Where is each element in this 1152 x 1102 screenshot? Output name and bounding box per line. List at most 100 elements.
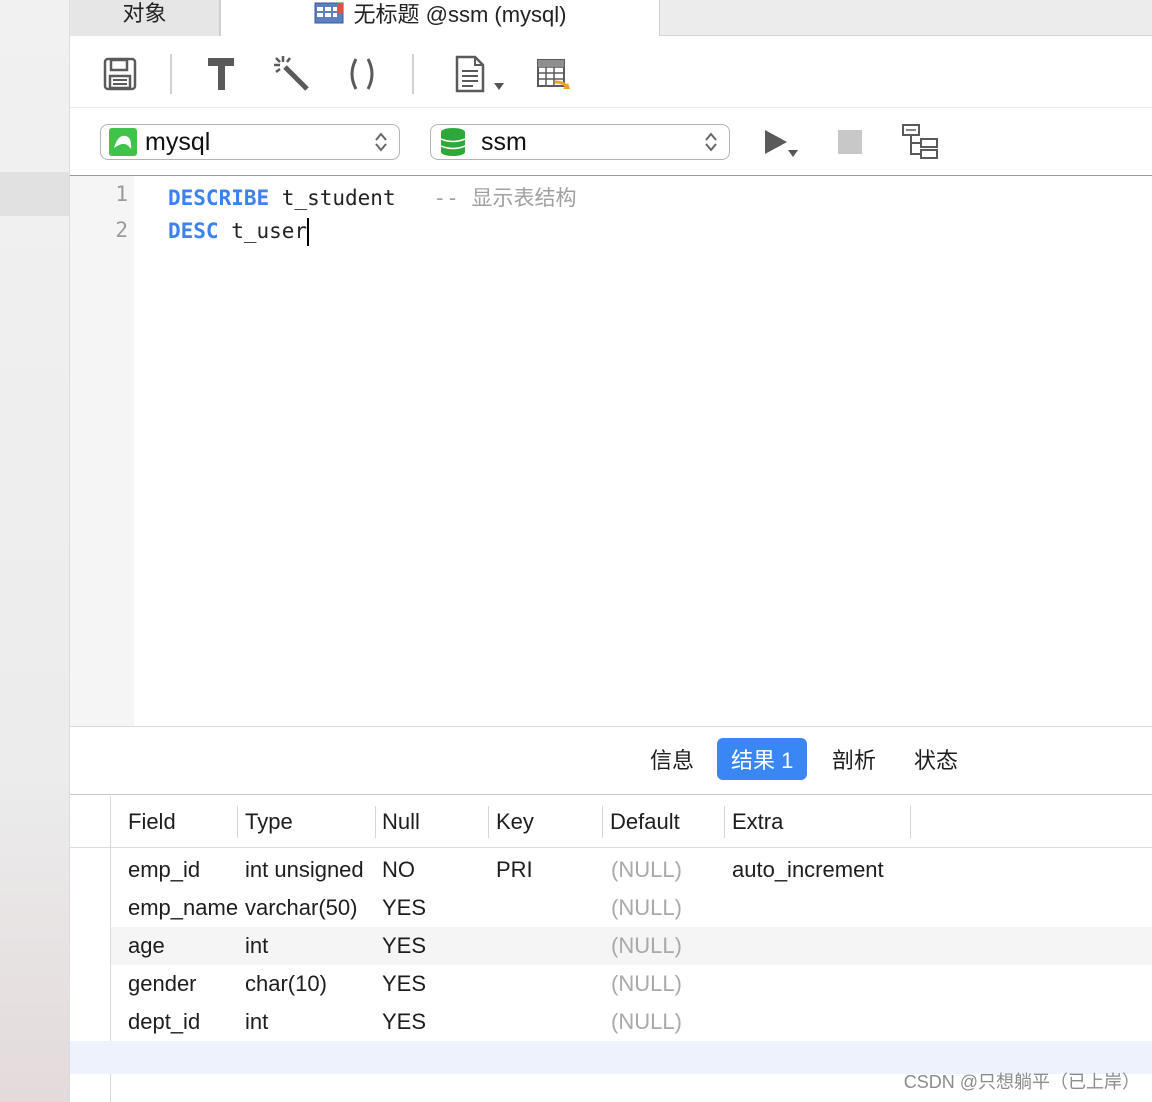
cell-default[interactable]: (NULL) [611,1003,721,1041]
cell-type[interactable]: int unsigned [245,851,375,889]
query-table-icon [314,2,343,23]
database-icon [440,128,466,156]
editor-toolbar [70,36,1152,108]
parentheses-button[interactable] [342,54,382,94]
tab-info[interactable]: 信息 [636,738,708,780]
cell-type[interactable]: int [245,927,375,965]
cell-field[interactable]: age [128,927,238,965]
snippet-button[interactable] [450,54,490,94]
cell-null[interactable]: NO [382,851,482,889]
table-row[interactable]: dept_id int YES (NULL) [111,1003,1152,1041]
stop-button[interactable] [830,122,870,162]
export-button[interactable] [535,54,575,94]
toolbar-separator [170,54,172,94]
mysql-connection-icon [109,128,137,156]
format-button[interactable] [202,54,242,94]
tab-profile-label: 剖析 [832,748,877,773]
cell-extra[interactable] [732,927,912,965]
cell-field[interactable]: emp_name [128,889,238,927]
cell-extra[interactable] [732,889,912,927]
cell-null[interactable]: YES [382,889,482,927]
watermark: CSDN @只想躺平（已上岸） [903,1072,1140,1092]
tab-objects[interactable]: 对象 [70,0,220,36]
tab-status-label: 状态 [914,748,959,773]
connection-toolbar: mysql ssm [70,108,1152,176]
tab-status[interactable]: 状态 [900,738,972,780]
sql-keyword: DESCRIBE [168,186,270,210]
cell-null[interactable]: YES [382,1003,482,1041]
cell-field[interactable]: dept_id [128,1003,238,1041]
table-row[interactable]: age int YES (NULL) [111,927,1152,965]
cell-key[interactable] [496,889,596,927]
line-number: 2 [115,218,128,242]
toolbar-separator [412,54,414,94]
tab-info-label: 信息 [650,748,695,773]
explain-button[interactable] [900,122,940,162]
result-tabs: 信息 结果 1 剖析 状态 [70,727,1152,795]
navicat-window: 对象 无标题 @ssm (mysql) mysql ssm 1 2 DESCRI… [0,0,1152,1102]
tab-query-label: 无标题 @ssm (mysql) [353,1,567,27]
tab-profile[interactable]: 剖析 [818,738,890,780]
column-header-default[interactable]: Default [603,796,680,848]
cell-key[interactable] [496,965,596,1003]
line-number-gutter: 1 2 [70,176,134,726]
cell-default[interactable]: (NULL) [611,851,721,889]
sql-keyword: DESC [168,219,219,243]
cell-key[interactable]: PRI [496,851,596,889]
snippet-dropdown-icon[interactable] [494,83,504,90]
chevron-updown-icon [375,132,387,152]
code-line[interactable]: DESCRIBE t_student -- 显示表结构 [168,182,576,212]
connection-select-label: mysql [145,127,211,156]
database-select[interactable]: ssm [430,124,730,160]
save-icon [103,57,137,91]
cell-type[interactable]: char(10) [245,965,375,1003]
column-divider[interactable] [910,806,911,838]
column-header-null[interactable]: Null [375,796,420,848]
cell-extra[interactable] [732,1003,912,1041]
sql-comment: -- 显示表结构 [433,186,577,210]
result-grid[interactable]: Field Type Null Key Default Extra emp_id… [70,796,1152,1102]
save-button[interactable] [100,54,140,94]
cell-field[interactable]: gender [128,965,238,1003]
parentheses-icon [350,58,374,90]
code-line[interactable]: DESC t_user [168,218,310,246]
cell-null[interactable]: YES [382,927,482,965]
sql-text: t_student [269,186,434,210]
beautify-button[interactable] [272,54,312,94]
table-row[interactable]: emp_name varchar(50) YES (NULL) [111,889,1152,927]
export-result-icon [537,59,570,89]
column-header-extra[interactable]: Extra [725,796,783,848]
tab-result-1[interactable]: 结果 1 [717,738,808,780]
database-select-label: ssm [481,127,527,156]
cell-key[interactable] [496,927,596,965]
sql-editor[interactable]: 1 2 DESCRIBE t_student -- 显示表结构 DESC t_u… [70,176,1152,727]
connection-select[interactable]: mysql [100,124,400,160]
cell-extra[interactable]: auto_increment [732,851,912,889]
magic-wand-icon [274,56,309,91]
cell-default[interactable]: (NULL) [611,965,721,1003]
tab-bar: 对象 无标题 @ssm (mysql) [70,0,1152,37]
cell-type[interactable]: int [245,1003,375,1041]
cell-type[interactable]: varchar(50) [245,889,375,927]
line-number: 1 [115,182,128,206]
column-header-field[interactable]: Field [121,796,176,848]
cell-extra[interactable] [732,965,912,1003]
table-row[interactable]: gender char(10) YES (NULL) [111,965,1152,1003]
run-dropdown-icon[interactable] [788,150,798,157]
sidebar-selected-item[interactable] [0,172,69,216]
format-icon [208,58,234,90]
column-header-type[interactable]: Type [238,796,293,848]
table-row[interactable]: emp_id int unsigned NO PRI (NULL) auto_i… [111,851,1152,889]
column-header-key[interactable]: Key [489,796,534,848]
tab-query[interactable]: 无标题 @ssm (mysql) [220,0,660,37]
document-icon [455,55,485,93]
tab-objects-label: 对象 [122,1,167,26]
cell-default[interactable]: (NULL) [611,927,721,965]
cell-field[interactable]: emp_id [128,851,238,889]
cell-null[interactable]: YES [382,965,482,1003]
text-cursor [307,218,310,246]
cell-default[interactable]: (NULL) [611,889,721,927]
cell-key[interactable] [496,1003,596,1041]
connection-sidebar [0,0,70,1102]
sql-text: t_user [218,219,308,243]
